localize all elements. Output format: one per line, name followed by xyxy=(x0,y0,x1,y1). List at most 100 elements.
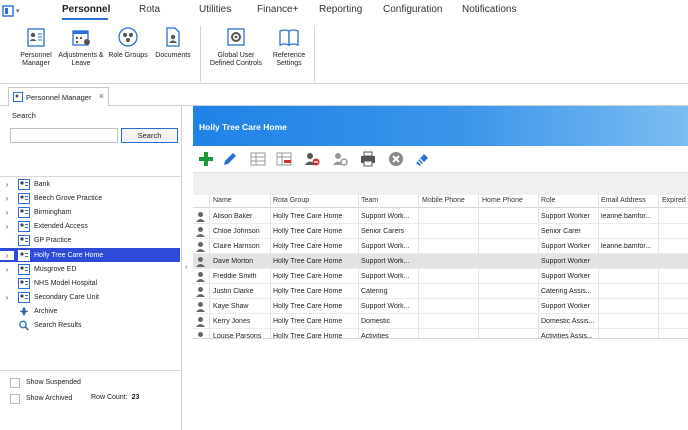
tab-reporting[interactable]: Reporting xyxy=(319,4,362,15)
add-row-button[interactable] xyxy=(249,150,267,168)
user-settings-button[interactable] xyxy=(331,150,349,168)
clear-filter-button[interactable] xyxy=(413,150,431,168)
show-suspended-checkbox[interactable] xyxy=(10,378,20,388)
table-cell: Holly Tree Care Home xyxy=(273,273,343,280)
calendar-icon xyxy=(72,30,90,46)
column-header-team[interactable]: Team xyxy=(361,197,378,204)
table-cell: Kaye Shaw xyxy=(213,303,249,310)
chevron-right-icon[interactable]: › xyxy=(0,194,14,203)
tab-rota[interactable]: Rota xyxy=(139,4,160,15)
ribbon-tab-bar: ▾ Personnel Rota Utilities Finance+ Repo… xyxy=(0,0,688,22)
location-icon xyxy=(18,235,30,247)
add-button[interactable] xyxy=(197,150,215,168)
column-header-rota-group[interactable]: Rota Group xyxy=(273,197,309,204)
collapse-panel-icon[interactable]: ‹ xyxy=(185,262,188,271)
personnel-manager-button[interactable]: Personnel Manager xyxy=(14,26,58,68)
table-row[interactable]: Claire Harrison Holly Tree Care Home Suppo… xyxy=(193,239,688,254)
table-row[interactable]: Justin Clarke Holly Tree Care Home Caterin… xyxy=(193,284,688,299)
chevron-right-icon[interactable]: › xyxy=(0,208,14,217)
close-icon[interactable]: × xyxy=(99,91,104,101)
cancel-icon xyxy=(389,152,403,166)
adjustments-leave-label: Adjustments & Leave xyxy=(58,52,104,67)
settings-icon xyxy=(227,28,245,46)
tree-item-holly-tree-care-home[interactable]: › Holly Tree Care Home xyxy=(0,247,180,263)
search-button[interactable]: Search xyxy=(121,128,178,143)
tree-item-beech-grove-practice[interactable]: › Beech Grove Practice xyxy=(0,191,182,205)
edit-button[interactable] xyxy=(221,150,239,168)
tree-item-label: Search Results xyxy=(34,322,82,330)
table-row[interactable]: Kerry Jones Holly Tree Care Home Domestic D… xyxy=(193,314,688,329)
user-remove-icon xyxy=(305,153,320,166)
tree-item-label: Beech Grove Practice xyxy=(34,194,103,202)
table-cell: Support Work... xyxy=(361,303,410,310)
role-groups-button[interactable]: Role Groups xyxy=(106,26,150,60)
table-cell: Holly Tree Care Home xyxy=(273,288,343,295)
document-tab-bar: Personnel Manager × xyxy=(0,85,688,106)
chevron-right-icon[interactable]: › xyxy=(0,180,14,189)
table-row[interactable]: Kaye Shaw Holly Tree Care Home Support Wor… xyxy=(193,299,688,314)
table-cell: Holly Tree Care Home xyxy=(273,243,343,250)
tree-item-musgrove-ed[interactable]: › Musgrove ED xyxy=(0,262,182,276)
reference-settings-button[interactable]: Reference Settings xyxy=(268,26,310,68)
tree-item-label: GP Practice xyxy=(34,237,72,245)
search-input[interactable] xyxy=(10,128,118,143)
tree-item-bank[interactable]: › Bank xyxy=(0,177,182,191)
tab-notifications[interactable]: Notifications xyxy=(462,4,516,15)
chevron-right-icon[interactable]: › xyxy=(0,265,14,274)
tab-configuration[interactable]: Configuration xyxy=(383,4,442,15)
remove-user-button[interactable] xyxy=(303,150,321,168)
user-icon xyxy=(196,212,205,222)
column-header-email-address[interactable]: Email Address xyxy=(601,197,646,204)
column-header-home-phone[interactable]: Home Phone xyxy=(482,197,523,204)
documents-button[interactable]: Documents xyxy=(152,26,194,60)
tree-item-label: Archive xyxy=(34,308,58,316)
eraser-icon xyxy=(416,154,428,166)
table-row[interactable]: Dave Morton Holly Tree Care Home Support W… xyxy=(193,254,688,269)
column-header-name[interactable]: Name xyxy=(213,197,232,204)
tab-utilities[interactable]: Utilities xyxy=(199,4,231,15)
column-header-role[interactable]: Role xyxy=(541,197,555,204)
location-icon xyxy=(18,192,30,204)
table-cell: Support Work... xyxy=(361,243,410,250)
grid-add-icon xyxy=(250,152,266,166)
app-menu-button[interactable]: ▾ xyxy=(2,3,32,19)
documents-label: Documents xyxy=(155,52,191,59)
chevron-right-icon[interactable]: › xyxy=(0,222,14,231)
column-header-expired[interactable]: Expired xyxy=(662,197,686,204)
user-icon xyxy=(196,317,205,327)
chevron-right-icon[interactable]: › xyxy=(0,293,14,302)
table-cell: Support Worker xyxy=(541,213,590,220)
print-button[interactable] xyxy=(359,150,377,168)
chevron-right-icon[interactable]: › xyxy=(0,250,14,260)
tree-item-extended-access[interactable]: › Extended Access xyxy=(0,220,182,234)
tab-personnel-manager[interactable]: Personnel Manager × xyxy=(8,87,109,106)
tab-personnel[interactable]: Personnel xyxy=(62,4,110,15)
tree-item-secondary-care-unit[interactable]: › Secondary Care Unit xyxy=(0,291,182,305)
cancel-button[interactable] xyxy=(387,150,405,168)
table-cell: Support Work... xyxy=(361,213,410,220)
table-cell: Holly Tree Care Home xyxy=(273,303,343,310)
reference-settings-label: Reference Settings xyxy=(272,52,306,67)
show-archived-checkbox[interactable] xyxy=(10,394,20,404)
role-groups-label: Role Groups xyxy=(108,52,148,59)
table-cell: Catering Assis... xyxy=(541,288,592,295)
user-icon xyxy=(196,257,205,267)
global-user-defined-controls-button[interactable]: Global User Defined Controls xyxy=(206,26,266,68)
adjustments-leave-button[interactable]: Adjustments & Leave xyxy=(58,26,104,68)
tree-item-archive[interactable]: Archive xyxy=(0,305,182,319)
table-cell: Senior Carers xyxy=(361,228,405,235)
tree-item-birmingham[interactable]: › Birmingham xyxy=(0,205,182,219)
delete-row-button[interactable] xyxy=(275,150,293,168)
table-cell: Domestic xyxy=(361,318,391,325)
ribbon-separator xyxy=(314,26,315,82)
tree-item-gp-practice[interactable]: GP Practice xyxy=(0,234,182,248)
table-row[interactable]: Alison Baker Holly Tree Care Home Support … xyxy=(193,209,688,224)
tree-item-search-results[interactable]: Search Results xyxy=(0,319,182,333)
tab-finance[interactable]: Finance+ xyxy=(257,4,298,15)
row-count-label: Row Count: xyxy=(91,394,128,401)
user-icon xyxy=(196,272,205,282)
tree-item-nhs-model-hospital[interactable]: NHS Model Hospital xyxy=(0,276,182,290)
column-header-mobile-phone[interactable]: Mobile Phone xyxy=(422,197,465,204)
table-row[interactable]: Freddie Smith Holly Tree Care Home Support… xyxy=(193,269,688,284)
table-row[interactable]: Chloe Johnson Holly Tree Care Home Senior … xyxy=(193,224,688,239)
